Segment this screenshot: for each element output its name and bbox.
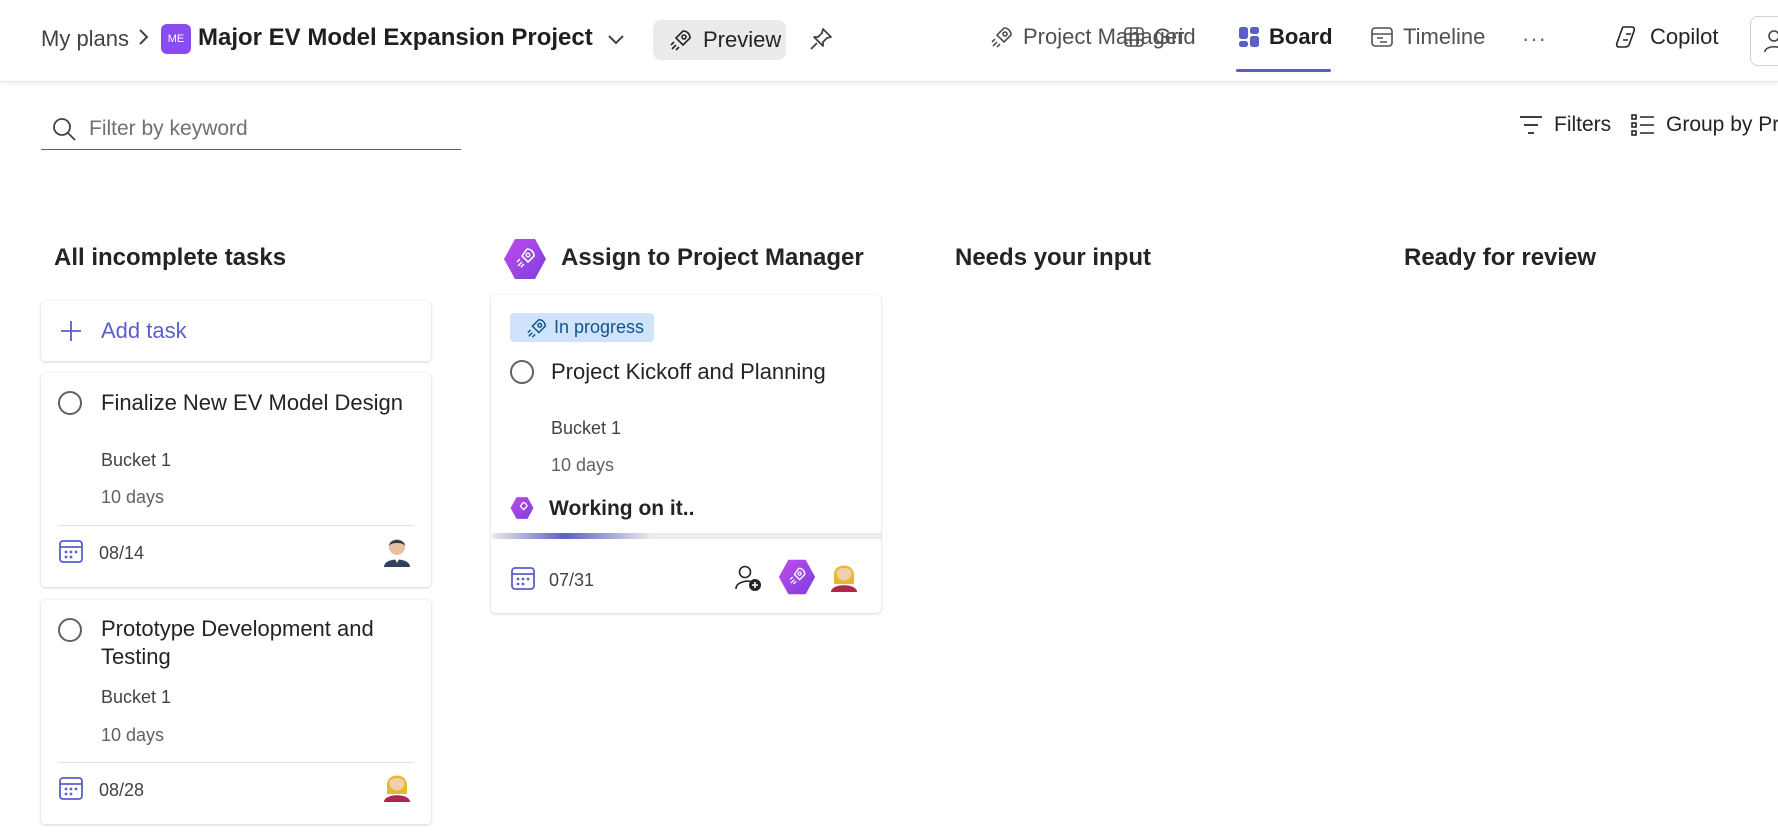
- add-task-button[interactable]: Add task: [41, 301, 431, 361]
- project-manager-agent-avatar[interactable]: [778, 558, 816, 596]
- complete-task-checkbox[interactable]: [58, 391, 82, 415]
- top-bar: My plans ME Major EV Model Expansion Pro…: [0, 0, 1778, 82]
- agent-task-card[interactable]: Project Kickoff and Planning Bucket 1 10…: [491, 295, 881, 613]
- filters-button[interactable]: Filters: [1518, 113, 1611, 137]
- task-title: Prototype Development and Testing: [101, 616, 374, 669]
- active-tab-indicator: [1236, 69, 1331, 72]
- chevron-down-icon[interactable]: [606, 32, 626, 48]
- male-avatar-icon[interactable]: [382, 533, 412, 567]
- board-icon: [1239, 27, 1259, 47]
- status-label: In progress: [554, 317, 645, 337]
- tab-label: Grid: [1154, 24, 1196, 49]
- task-title: Finalize New EV Model Design: [101, 390, 404, 415]
- breadcrumb-my-plans[interactable]: My plans: [41, 26, 129, 52]
- tab-label: Timeline: [1403, 24, 1486, 49]
- rocket-icon: [670, 30, 691, 51]
- group-by-button[interactable]: Group by Pr: [1630, 113, 1778, 137]
- task-due-date: 08/14: [99, 543, 145, 563]
- project-manager-agent-icon: [510, 497, 534, 519]
- timeline-icon: [1371, 27, 1393, 47]
- task-duration: 10 days: [551, 455, 615, 475]
- female-avatar-icon[interactable]: [382, 768, 412, 802]
- preview-label: Preview: [703, 27, 782, 52]
- calendar-icon: [511, 567, 535, 590]
- add-task-label: Add task: [101, 318, 187, 343]
- plan-title[interactable]: Major EV Model Expansion Project: [198, 24, 593, 52]
- complete-task-checkbox[interactable]: [58, 618, 82, 642]
- task-card[interactable]: Prototype Development and Testing Bucket…: [41, 600, 431, 824]
- task-due-date: 07/31: [549, 570, 595, 590]
- rocket-icon: [527, 318, 546, 338]
- column-title-all-incomplete: All incomplete tasks: [54, 244, 287, 271]
- calendar-icon: [59, 777, 83, 800]
- copilot-label: Copilot: [1650, 24, 1719, 49]
- plus-icon: [61, 321, 81, 341]
- list-icon: [1631, 114, 1654, 136]
- task-due-date: 08/28: [99, 780, 145, 800]
- filter-keyword-input[interactable]: Filter by keyword: [41, 108, 461, 150]
- column-title-ready-review: Ready for review: [1404, 244, 1597, 271]
- agent-progress-fill: [492, 533, 652, 539]
- agent-working-status: Working on it..: [549, 497, 695, 520]
- share-button[interactable]: [1750, 16, 1778, 66]
- more-options-button[interactable]: ···: [1522, 26, 1547, 52]
- complete-task-checkbox[interactable]: [510, 360, 534, 384]
- project-manager-agent-icon: [504, 239, 546, 279]
- task-duration: 10 days: [101, 487, 165, 507]
- task-bucket: Bucket 1: [551, 418, 622, 438]
- plan-badge: ME: [161, 24, 191, 54]
- tab-timeline[interactable]: Timeline: [1370, 22, 1485, 52]
- task-duration: 10 days: [101, 725, 165, 745]
- card-divider: [58, 525, 414, 526]
- grid-icon: [1124, 27, 1144, 47]
- calendar-icon: [59, 540, 83, 563]
- filter-placeholder: Filter by keyword: [89, 116, 248, 140]
- task-bucket: Bucket 1: [101, 687, 172, 707]
- column-title-needs-input: Needs your input: [955, 244, 1152, 271]
- tab-board[interactable]: Board: [1238, 22, 1333, 52]
- search-icon: [53, 117, 76, 141]
- status-badge: In progress: [510, 313, 655, 342]
- preview-button[interactable]: Preview: [653, 20, 786, 60]
- pin-icon[interactable]: [808, 26, 834, 52]
- chevron-right-icon: [139, 29, 149, 45]
- tab-label: Board: [1269, 24, 1333, 49]
- female-avatar-icon[interactable]: [829, 558, 859, 592]
- person-icon: [1764, 30, 1778, 53]
- copilot-button[interactable]: Copilot: [1614, 24, 1718, 50]
- assign-person-icon[interactable]: [733, 563, 763, 593]
- rocket-icon: [991, 27, 1012, 48]
- group-by-label: Group by Pr: [1666, 113, 1778, 136]
- filter-icon: [1520, 116, 1542, 134]
- task-bucket: Bucket 1: [101, 450, 172, 470]
- tab-grid[interactable]: Grid: [1123, 22, 1196, 52]
- filters-label: Filters: [1554, 113, 1612, 136]
- column-title-assign-pm: Assign to Project Manager: [561, 244, 864, 271]
- card-divider: [58, 762, 414, 763]
- agent-progress-bar: [492, 533, 881, 539]
- copilot-icon: [1615, 26, 1636, 48]
- task-card[interactable]: Finalize New EV Model Design Bucket 1 10…: [41, 373, 431, 587]
- task-title: Project Kickoff and Planning: [551, 359, 826, 384]
